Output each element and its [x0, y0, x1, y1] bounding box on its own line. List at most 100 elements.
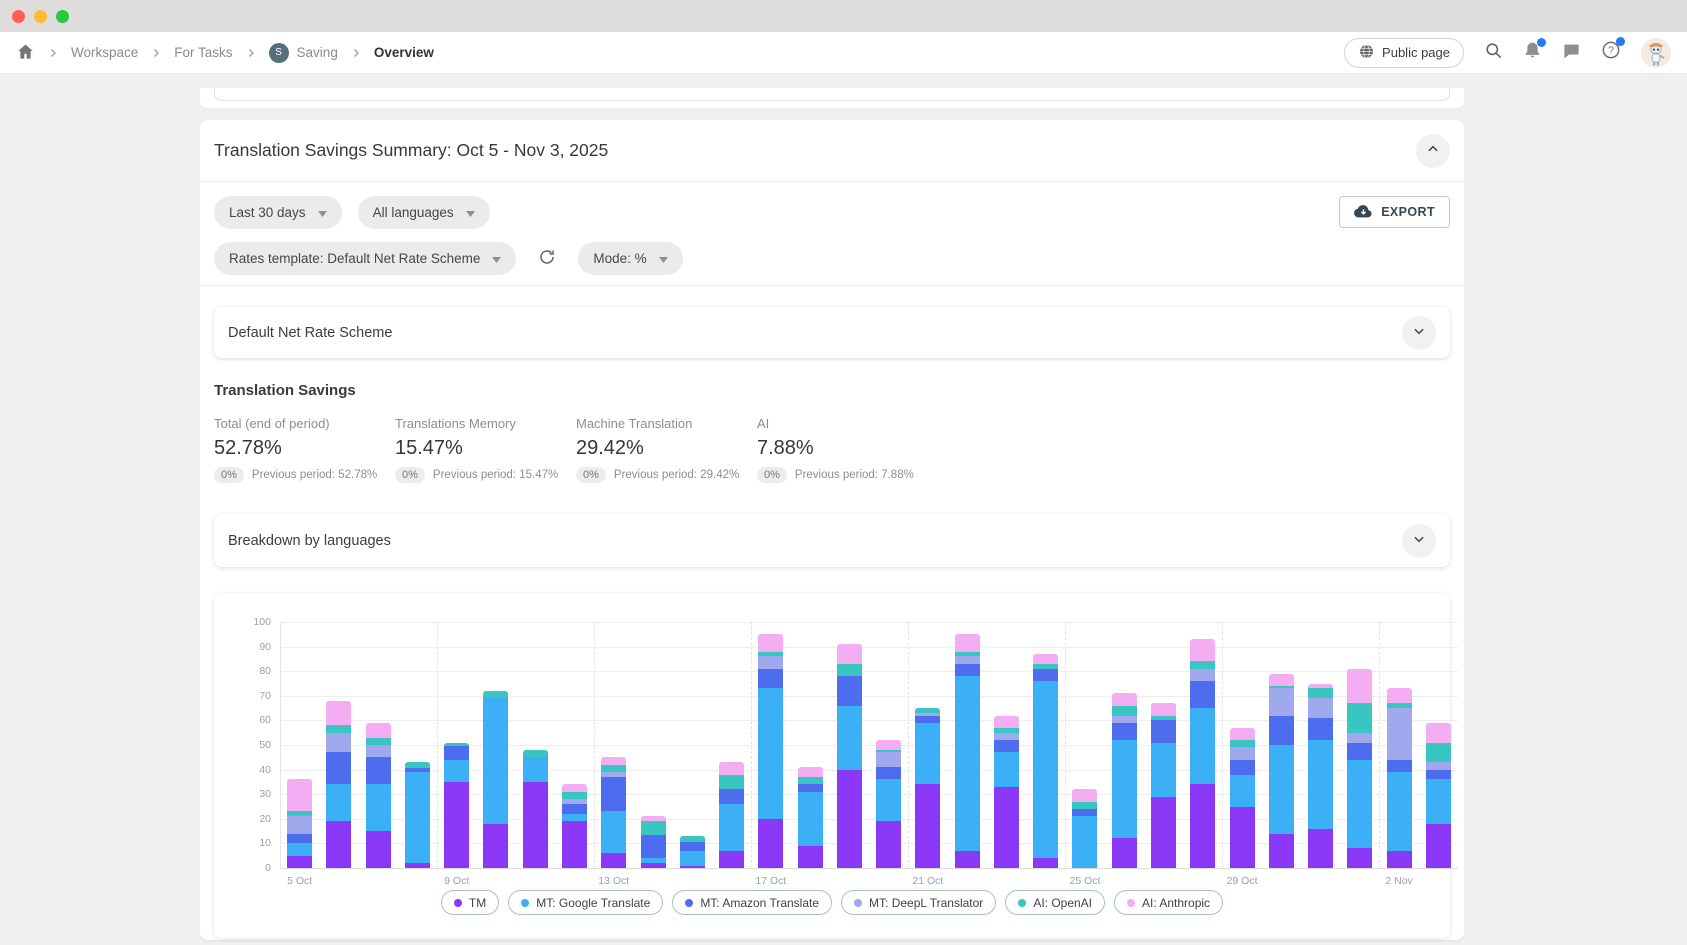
- bar-18-oct: [798, 767, 823, 868]
- legend-item-mt-google-translate[interactable]: MT: Google Translate: [508, 890, 663, 915]
- project-badge: S: [269, 43, 289, 63]
- bar-segment: [1269, 674, 1294, 686]
- caret-down-icon: [492, 251, 501, 266]
- help-dot: [1616, 37, 1625, 46]
- breakdown-card[interactable]: Breakdown by languages: [214, 514, 1450, 567]
- bar-segment: [876, 740, 901, 750]
- stat-delta-badge: 0%: [214, 467, 244, 483]
- gridline-y: [280, 647, 1458, 648]
- caret-down-icon: [466, 205, 475, 220]
- export-button[interactable]: EXPORT: [1339, 196, 1450, 228]
- breadcrumb-label: For Tasks: [174, 45, 232, 60]
- bar-segment: [601, 853, 626, 868]
- bar-segment: [1347, 669, 1372, 703]
- bar-segment: [444, 782, 469, 868]
- breadcrumb-item-saving[interactable]: S Saving: [269, 43, 338, 63]
- legend-item-mt-amazon-translate[interactable]: MT: Amazon Translate: [672, 890, 832, 915]
- breadcrumb-item-workspace[interactable]: Workspace: [71, 45, 138, 60]
- bar-20-oct: [876, 740, 901, 868]
- date-range-filter[interactable]: Last 30 days: [214, 196, 342, 229]
- languages-filter[interactable]: All languages: [358, 196, 490, 229]
- stat-delta-badge: 0%: [576, 467, 606, 483]
- rates-template-value: Rates template: Default Net Rate Scheme: [229, 251, 480, 266]
- mode-filter[interactable]: Mode: %: [578, 242, 682, 275]
- export-label: EXPORT: [1381, 205, 1435, 219]
- bar-segment: [1033, 681, 1058, 858]
- expand-breakdown-button[interactable]: [1402, 524, 1436, 558]
- breadcrumb-item-overview[interactable]: Overview: [374, 45, 434, 60]
- home-button[interactable]: [16, 42, 35, 64]
- bar-segment: [326, 725, 351, 732]
- rate-scheme-card[interactable]: Default Net Rate Scheme: [214, 307, 1450, 358]
- chevron-up-icon: [1426, 142, 1440, 159]
- y-axis-label: 30: [259, 788, 280, 800]
- bar-2-nov: [1387, 688, 1412, 868]
- search-button[interactable]: [1484, 41, 1503, 65]
- refresh-button[interactable]: [538, 248, 556, 269]
- stat-column: Total (end of period)52.78%0%Previous pe…: [214, 416, 395, 483]
- rate-scheme-label: Default Net Rate Scheme: [228, 325, 392, 341]
- notifications-button[interactable]: [1523, 41, 1542, 65]
- notification-dot: [1537, 38, 1546, 47]
- bar-segment: [1230, 740, 1255, 747]
- bar-segment: [1347, 703, 1372, 733]
- bar-segment: [758, 819, 783, 868]
- breadcrumb-item-for-tasks[interactable]: For Tasks: [174, 45, 232, 60]
- bar-13-oct: [601, 757, 626, 868]
- stat-label: Machine Translation: [576, 416, 757, 431]
- public-page-button[interactable]: Public page: [1344, 38, 1464, 68]
- help-button[interactable]: ?: [1601, 40, 1621, 65]
- stat-previous: Previous period: 15.47%: [433, 469, 558, 481]
- close-window-button[interactable]: [12, 10, 25, 23]
- legend-item-ai-openai[interactable]: AI: OpenAI: [1005, 890, 1105, 915]
- breadcrumb-label: Saving: [297, 45, 338, 60]
- avatar[interactable]: [1641, 38, 1671, 68]
- bar-segment: [366, 745, 391, 757]
- bar-segment: [719, 789, 744, 804]
- bar-segment: [876, 821, 901, 868]
- chevron-right-icon: [150, 47, 162, 59]
- y-axis-label: 20: [259, 813, 280, 825]
- bar-22-oct: [955, 634, 980, 868]
- y-axis-label: 80: [259, 665, 280, 677]
- y-axis-line: [280, 622, 281, 868]
- legend-item-tm[interactable]: TM: [441, 890, 499, 915]
- zoom-window-button[interactable]: [56, 10, 69, 23]
- collapse-panel-button[interactable]: [1416, 134, 1450, 168]
- minimize-window-button[interactable]: [34, 10, 47, 23]
- bar-segment: [1308, 688, 1333, 698]
- y-axis-label: 100: [253, 616, 280, 628]
- messages-button[interactable]: [1562, 41, 1581, 65]
- legend-label: AI: OpenAI: [1033, 896, 1092, 910]
- bar-segment: [1308, 698, 1333, 718]
- stat-column: AI7.88%0%Previous period: 7.88%: [757, 416, 938, 483]
- chevron-down-icon: [1412, 532, 1426, 549]
- y-axis-label: 90: [259, 641, 280, 653]
- bar-30-oct: [1269, 674, 1294, 868]
- bar-segment: [366, 831, 391, 868]
- bar-segment: [994, 740, 1019, 752]
- bar-segment: [444, 746, 469, 760]
- gridline-x: [1065, 622, 1066, 868]
- y-axis-label: 60: [259, 714, 280, 726]
- bar-segment: [1387, 851, 1412, 868]
- bar-17-oct: [758, 634, 783, 868]
- bar-segment: [1112, 693, 1137, 705]
- expand-rate-scheme-button[interactable]: [1402, 316, 1436, 350]
- legend-dot: [685, 899, 693, 907]
- breakdown-label: Breakdown by languages: [228, 533, 391, 549]
- refresh-icon: [538, 248, 556, 269]
- bar-24-oct: [1033, 654, 1058, 868]
- bar-segment: [366, 738, 391, 745]
- bar-6-oct: [326, 701, 351, 868]
- stat-previous: Previous period: 7.88%: [795, 469, 914, 481]
- bar-segment: [955, 634, 980, 651]
- legend-item-ai-anthropic[interactable]: AI: Anthropic: [1114, 890, 1223, 915]
- rates-template-filter[interactable]: Rates template: Default Net Rate Scheme: [214, 242, 516, 275]
- bar-segment: [1387, 688, 1412, 703]
- chevron-down-icon: [1412, 324, 1426, 341]
- stat-delta-badge: 0%: [757, 467, 787, 483]
- legend-item-mt-deepl-translator[interactable]: MT: DeepL Translator: [841, 890, 996, 915]
- stat-sub: 0%Previous period: 15.47%: [395, 467, 576, 483]
- bar-segment: [1426, 824, 1451, 868]
